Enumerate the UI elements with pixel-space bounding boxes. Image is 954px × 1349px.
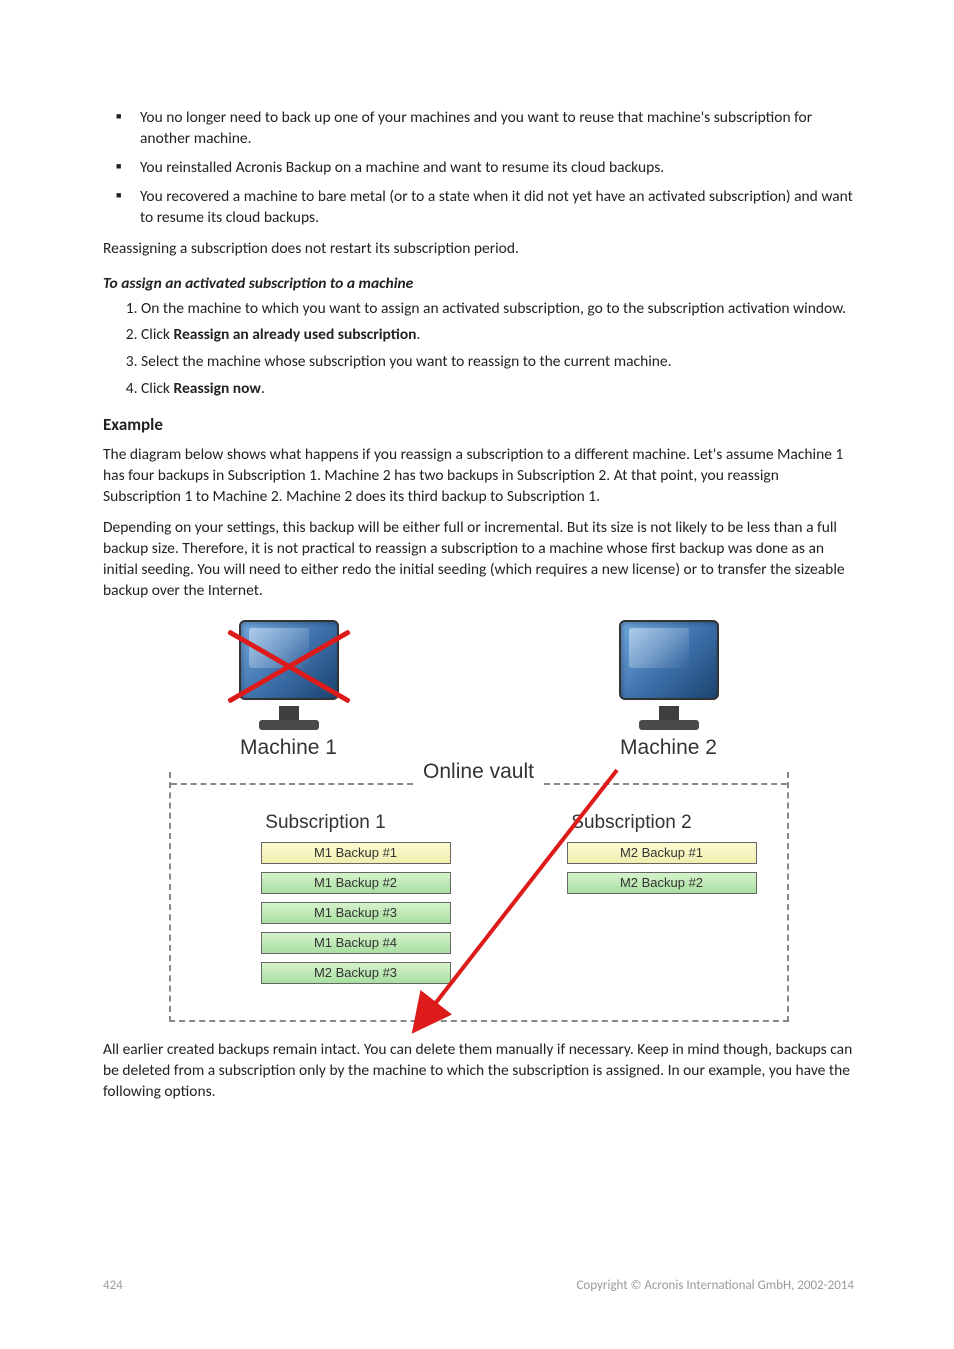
monitor-icon — [229, 620, 349, 730]
machine-2: Machine 2 — [609, 620, 729, 760]
paragraph-example-2: Depending on your settings, this backup … — [103, 518, 854, 602]
paragraph-reassign-note: Reassigning a subscription does not rest… — [103, 239, 854, 260]
machine-1: Machine 1 — [229, 620, 349, 760]
page-number: 424 — [103, 1278, 123, 1293]
step-text: . — [417, 325, 421, 344]
step-text: On the machine to which you want to assi… — [141, 299, 846, 318]
step-bold: Reassign an already used subscription — [173, 325, 416, 344]
backup-box: M2 Backup #1 — [567, 842, 757, 864]
step-item: On the machine to which you want to assi… — [141, 299, 854, 320]
backup-box: M1 Backup #4 — [261, 932, 451, 954]
copyright: Copyright © Acronis International GmbH, … — [576, 1278, 854, 1293]
bullet-item: You reinstalled Acronis Backup on a mach… — [140, 158, 854, 179]
subscription-2-title: Subscription 2 — [571, 812, 691, 834]
backup-box: M1 Backup #1 — [261, 842, 451, 864]
backup-box: M1 Backup #3 — [261, 902, 451, 924]
subscription-2: Subscription 2 M2 Backup #1 M2 Backup #2 — [507, 812, 757, 992]
vault-label: Online vault — [413, 760, 544, 784]
machine-2-label: Machine 2 — [620, 736, 717, 760]
bullet-text: You no longer need to back up one of you… — [140, 108, 812, 148]
bullet-text: You reinstalled Acronis Backup on a mach… — [140, 158, 664, 177]
monitor-icon — [609, 620, 729, 730]
subscription-1: Subscription 1 M1 Backup #1 M1 Backup #2… — [201, 812, 451, 992]
backup-box: M2 Backup #2 — [567, 872, 757, 894]
step-text: Click — [141, 379, 173, 398]
step-item: Select the machine whose subscription yo… — [141, 352, 854, 373]
paragraph-example-1: The diagram below shows what happens if … — [103, 445, 854, 508]
step-text: . — [261, 379, 265, 398]
reassign-diagram: Machine 1 Machine 2 Online vault Subscri… — [169, 620, 789, 1022]
subheading-assign: To assign an activated subscription to a… — [103, 274, 854, 293]
heading-example: Example — [103, 414, 854, 435]
online-vault: Online vault Subscription 1 M1 Backup #1… — [169, 772, 789, 1022]
page-footer: 424 Copyright © Acronis International Gm… — [103, 1278, 854, 1293]
intro-bullet-list: You no longer need to back up one of you… — [103, 108, 854, 229]
step-bold: Reassign now — [173, 379, 260, 398]
backup-box: M1 Backup #2 — [261, 872, 451, 894]
machine-1-label: Machine 1 — [240, 736, 337, 760]
step-item: Click Reassign an already used subscript… — [141, 325, 854, 346]
backup-box: M2 Backup #3 — [261, 962, 451, 984]
bullet-item: You no longer need to back up one of you… — [140, 108, 854, 150]
step-text: Select the machine whose subscription yo… — [141, 352, 672, 371]
bullet-text: You recovered a machine to bare metal (o… — [140, 187, 853, 227]
step-item: Click Reassign now. — [141, 379, 854, 400]
steps-list: On the machine to which you want to assi… — [103, 299, 854, 401]
subscription-1-title: Subscription 1 — [265, 812, 385, 834]
bullet-item: You recovered a machine to bare metal (o… — [140, 187, 854, 229]
paragraph-closing: All earlier created backups remain intac… — [103, 1040, 854, 1103]
step-text: Click — [141, 325, 173, 344]
